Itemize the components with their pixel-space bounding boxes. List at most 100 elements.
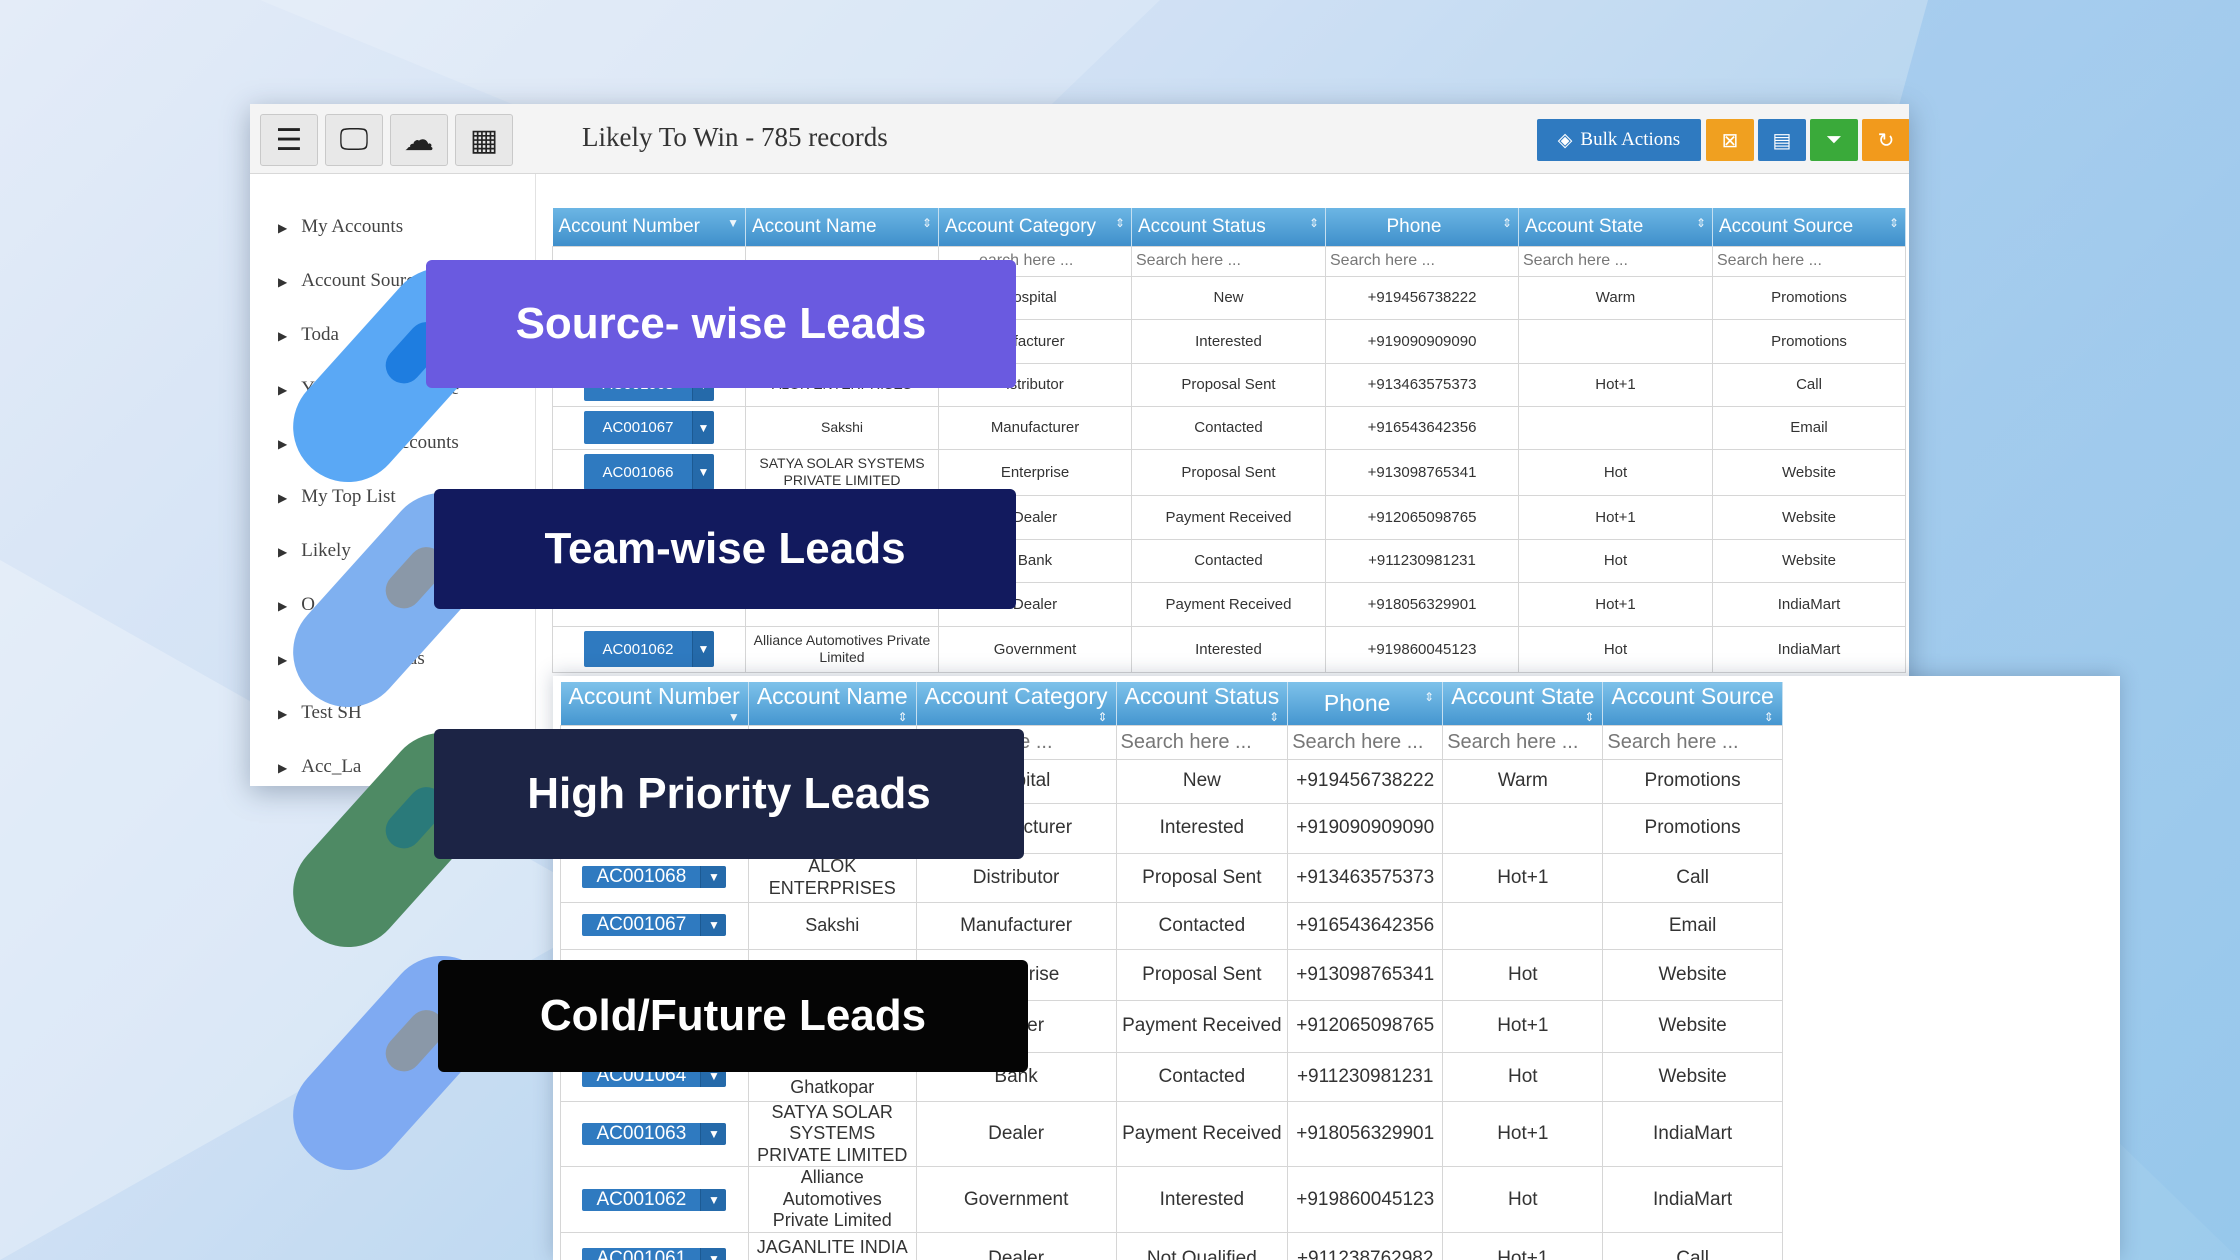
column-header-phone[interactable]: Phone ⇕	[1325, 208, 1519, 246]
account-number-button[interactable]: AC001068▼	[582, 866, 727, 889]
account-number-button[interactable]: AC001061 ▼	[582, 1247, 727, 1260]
cell-account-source: Email	[1712, 405, 1906, 450]
column-header-account-number[interactable]: Account Number ▼	[552, 208, 746, 246]
cell-account-status: Contacted	[1115, 901, 1289, 950]
refresh-icon[interactable]: ↻	[1862, 119, 1909, 161]
cell-phone: +919090909090	[1325, 318, 1519, 364]
sidebar-item-likely[interactable]: ▶ Likely	[278, 540, 351, 562]
cell-account-status: Contacted	[1131, 405, 1326, 450]
cell-account-status: Contacted	[1131, 538, 1326, 583]
cell-account-status: New	[1115, 758, 1289, 804]
column-header-account-state[interactable]: Account State ⇕	[1442, 682, 1604, 725]
chevron-down-icon[interactable]: ▼	[700, 866, 727, 889]
chevron-down-icon[interactable]: ▼	[692, 454, 714, 490]
filter-account-source[interactable]: Search here ...	[1712, 245, 1906, 277]
column-header-account-source[interactable]: Account Source ⇕	[1602, 682, 1783, 725]
account-number-label: AC001061	[582, 1247, 701, 1260]
filter-phone[interactable]: Search here ...	[1287, 724, 1444, 760]
column-header-account-source[interactable]: Account Source ⇕	[1712, 208, 1906, 246]
caret-right-icon: ▶	[278, 545, 288, 559]
cell-phone: +919090909090	[1287, 802, 1444, 854]
sort-icon: ⇕	[897, 709, 908, 724]
table-row[interactable]: AC001067 ▼ Sakshi Manufacturer Contacted +916…	[560, 901, 1783, 950]
cell-account-name: SATYA SOLAR SYSTEMS PRIVATE LIMITED	[747, 1100, 917, 1168]
caret-right-icon: ▶	[278, 761, 288, 775]
account-number-button[interactable]: AC001066 ▼	[584, 454, 714, 490]
sort-icon: ⇕	[1584, 709, 1595, 724]
cell-account-source: IndiaMart	[1602, 1100, 1783, 1168]
list-icon[interactable]: ☰	[260, 114, 318, 166]
column-header-account-category[interactable]: Account Category ⇕	[916, 682, 1117, 725]
chevron-down-icon[interactable]: ▼	[700, 1188, 727, 1211]
cloud-icon[interactable]: ☁	[390, 114, 448, 166]
cell-account-number: AC001063 ▼	[560, 1100, 749, 1168]
account-number-button[interactable]: AC001062 ▼	[584, 631, 714, 667]
cell-account-source: Website	[1602, 999, 1783, 1053]
caret-right-icon: ▶	[278, 599, 288, 613]
sort-icon: ⇕	[1888, 215, 1899, 230]
account-number-label: AC001067	[582, 914, 701, 937]
column-header-account-state[interactable]: Account State ⇕	[1518, 208, 1713, 246]
cell-account-source: Website	[1712, 538, 1906, 583]
filter-account-status[interactable]: Search here ...	[1131, 245, 1326, 277]
column-header-account-name[interactable]: Account Name ⇕	[745, 208, 939, 246]
sidebar-item-acc-la[interactable]: ▶ Acc_La	[278, 756, 361, 778]
layers-icon: ◈	[1557, 129, 1573, 151]
account-number-label: AC001063	[582, 1122, 701, 1145]
sort-desc-icon: ▼	[727, 215, 739, 230]
chevron-down-icon[interactable]: ▼	[700, 1122, 727, 1145]
column-header-account-number[interactable]: Account Number ▼	[560, 682, 749, 725]
cell-account-number: AC001067 ▼	[552, 405, 746, 450]
sidebar-item-my-top-list[interactable]: ▶ My Top List	[278, 486, 396, 508]
column-header-account-status[interactable]: Account Status ⇕	[1131, 208, 1326, 246]
cell-account-state	[1442, 901, 1604, 950]
account-number-button[interactable]: AC001067 ▼	[584, 410, 714, 445]
sidebar-item-today[interactable]: ▶ Toda	[278, 324, 339, 346]
sidebar-item-account-source[interactable]: ▶ Account Sourc	[278, 270, 415, 292]
column-header-account-status[interactable]: Account Status ⇕	[1116, 682, 1289, 725]
cell-account-state	[1518, 405, 1713, 450]
cell-account-state: Hot+1	[1442, 999, 1604, 1053]
chevron-down-icon[interactable]: ▼	[692, 410, 714, 445]
sidebar-item-my-accounts[interactable]: ▶ My Accounts	[278, 216, 403, 238]
filter-account-state[interactable]: Search here ...	[1442, 724, 1604, 760]
cell-phone: +919456738222	[1287, 758, 1444, 804]
account-number-label: AC001062	[582, 1188, 701, 1211]
sort-icon: ⇕	[921, 215, 932, 230]
sort-icon: ⇕	[1763, 709, 1774, 724]
table-row[interactable]: AC001067 ▼ Sakshi Manufacturer Contacted +916…	[552, 405, 1906, 450]
filter-account-state[interactable]: Search here ...	[1518, 245, 1713, 277]
chevron-down-icon[interactable]: ▼	[692, 631, 714, 667]
column-header-account-name[interactable]: Account Name ⇕	[748, 682, 917, 725]
table-row[interactable]: AC001062 ▼ Alliance Automotives Private Li…	[552, 625, 1906, 673]
table-row[interactable]: AC001062 ▼ Alliance Automotives Private Li…	[560, 1166, 1783, 1234]
table-row[interactable]: AC001061▼ JAGANLITE INDIA PRIVATE LIMITED…	[560, 1232, 1783, 1260]
chevron-down-icon[interactable]: ▼	[700, 1247, 727, 1260]
monitor-icon[interactable]: 🖵	[325, 114, 383, 166]
cell-account-category: Manufacturer	[938, 405, 1132, 450]
caret-right-icon: ▶	[278, 491, 288, 505]
table-row[interactable]: AC001063 ▼ SATYA SOLAR SYSTEMS PRIVATE LIM…	[560, 1100, 1783, 1168]
filter-account-source[interactable]: Search here ...	[1602, 724, 1783, 760]
excel-export-icon[interactable]: ⊠	[1706, 119, 1754, 161]
cell-phone: +913098765341	[1325, 448, 1519, 496]
account-number-button[interactable]: AC001063 ▼	[582, 1122, 727, 1145]
chevron-down-icon[interactable]: ▼	[700, 914, 727, 937]
column-header-account-category[interactable]: Account Category ⇕	[938, 208, 1132, 246]
filter-icon[interactable]: ⏷	[1810, 119, 1858, 161]
cell-account-name: Sakshi	[745, 405, 939, 450]
column-header-phone[interactable]: Phone ⇕	[1287, 682, 1444, 725]
account-number-button[interactable]: AC001067 ▼	[582, 914, 727, 937]
columns-icon[interactable]: ▤	[1758, 119, 1806, 161]
bulk-actions-button[interactable]: ◈ Bulk Actions	[1537, 119, 1701, 161]
cell-phone: +919860045123	[1287, 1166, 1444, 1234]
account-number-button[interactable]: AC001062 ▼	[582, 1188, 727, 1211]
cell-account-name: JAGANLITE INDIA PRIVATE LIMITED	[747, 1232, 917, 1260]
filter-account-status[interactable]: Search here ...	[1115, 724, 1289, 760]
cell-account-source: Promotions	[1712, 318, 1906, 364]
filter-phone[interactable]: Search here ...	[1325, 245, 1519, 277]
cell-account-status: Not Qualified	[1115, 1232, 1289, 1260]
calendar-icon[interactable]: ▦	[455, 114, 513, 166]
cell-account-number: AC001068▼	[560, 852, 749, 903]
table-row[interactable]: AC001068 ▼ ALOK ENTERPRISES Distributor Prop…	[560, 852, 1783, 903]
